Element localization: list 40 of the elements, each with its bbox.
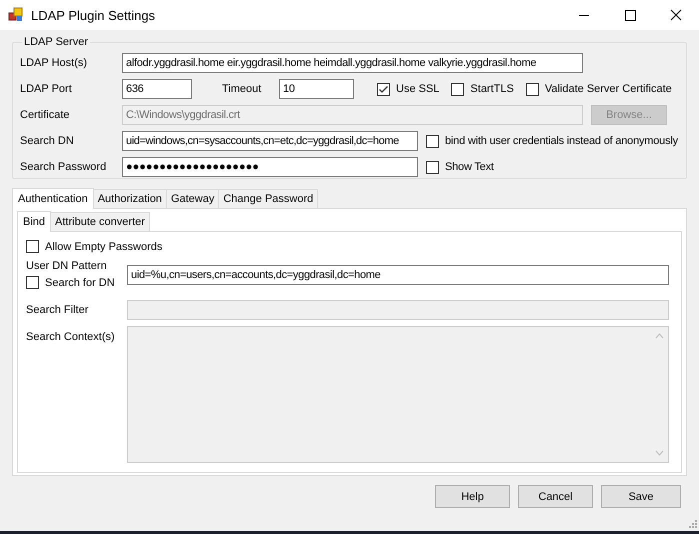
timeout-field[interactable]: 10 — [279, 79, 354, 99]
field-label: LDAP Host(s) — [20, 57, 88, 69]
tab[interactable]: Authentication — [12, 188, 94, 209]
field-label: Search DN — [20, 135, 75, 147]
port-field[interactable]: 636 — [122, 79, 192, 99]
tab[interactable]: Change Password — [218, 189, 318, 208]
checkbox[interactable] — [426, 134, 439, 148]
group-legend: LDAP Server — [22, 36, 90, 48]
dialog-button[interactable]: Cancel — [518, 485, 593, 508]
checkbox-label: Allow Empty Passwords — [45, 240, 162, 252]
user-dn-field[interactable]: uid=%u,cn=users,cn=accounts,dc=yggdrasil,dc=home — [127, 265, 669, 285]
password-field[interactable]: ●●●●●●●●●●●●●●●●●●●● — [122, 157, 418, 177]
checkbox[interactable] — [426, 160, 439, 174]
checkbox[interactable] — [526, 82, 539, 96]
checkbox-label: Use SSL — [396, 83, 440, 95]
window-title: LDAP Plugin Settings — [31, 8, 156, 22]
host-field[interactable]: alfodr.yggdrasil.home eir.yggdrasil.home heimdall.yggdrasil.home valkyrie.yggdrasil.home — [122, 53, 583, 73]
search-dn-field[interactable]: uid=windows,cn=sysaccounts,cn=etc,dc=yggdrasil,dc=home — [122, 131, 418, 151]
field-label: Certificate — [20, 109, 71, 121]
checkbox[interactable] — [26, 276, 39, 289]
checkbox[interactable] — [377, 82, 390, 96]
dialog-button[interactable]: Save — [601, 485, 681, 508]
field-label: Timeout — [222, 83, 262, 95]
field-label: LDAP Port — [20, 83, 73, 95]
tab[interactable]: Attribute converter — [50, 212, 150, 231]
field-label: Search Password — [20, 161, 108, 173]
checkbox-label: StartTLS — [470, 83, 514, 95]
app-icon — [8, 7, 24, 23]
checkbox[interactable] — [26, 240, 39, 253]
checkbox-label: Show Text — [445, 161, 494, 173]
checkbox[interactable] — [451, 82, 464, 96]
checkbox-label: Validate Server Certificate — [544, 83, 672, 95]
checkbox-label: bind with user credentials instead of anonymously — [445, 135, 678, 147]
field-label: Search Context(s) — [26, 330, 116, 344]
checkbox-label: Search for DN — [45, 276, 115, 288]
dialog-button[interactable]: Help — [435, 485, 510, 508]
resize-grip-icon[interactable] — [687, 520, 697, 530]
tab[interactable]: Bind — [17, 211, 52, 232]
field-label: Search Filter — [26, 303, 90, 317]
field-label: User DN Pattern — [26, 259, 108, 273]
